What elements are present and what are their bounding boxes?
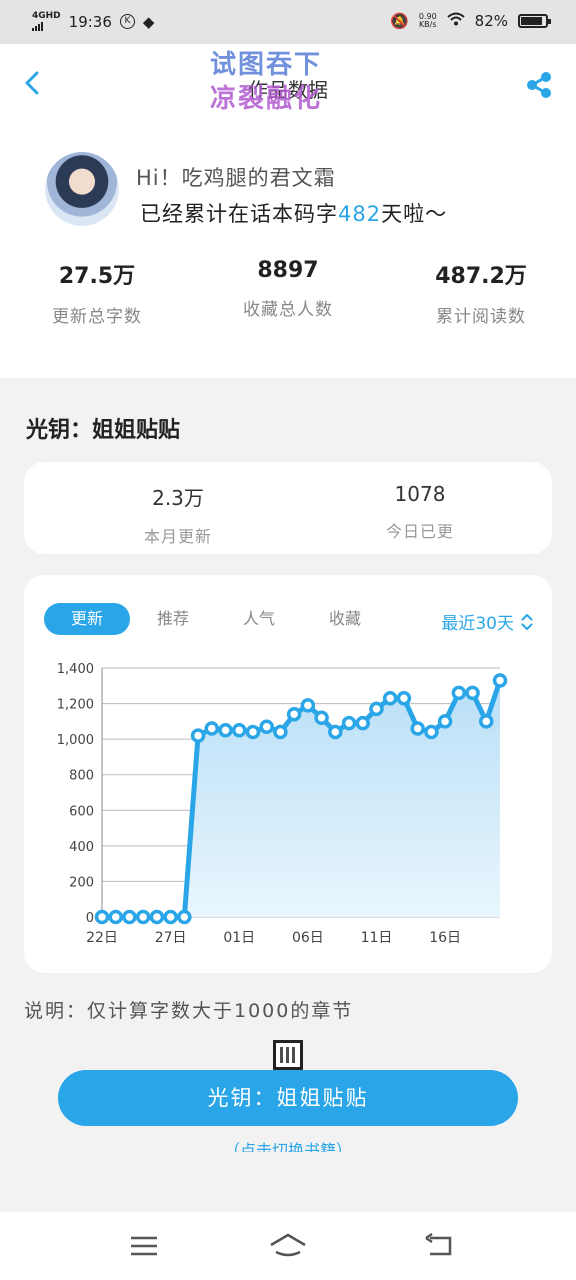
x-tick-label: 06日 <box>292 930 324 946</box>
data-point <box>273 724 288 740</box>
data-point <box>204 721 220 736</box>
network-speed: 0.90 KB/s <box>418 12 437 29</box>
header-bar: 作品数据 试图吞下 凉裂融化 <box>0 44 576 120</box>
data-point <box>163 909 178 925</box>
y-tick-label: 400 <box>69 840 94 855</box>
data-point <box>328 724 343 740</box>
chart-tabs: 更新 推荐 人气 收藏 <box>44 603 388 635</box>
signal-icon: 4GHD <box>32 12 61 31</box>
data-point <box>479 714 494 729</box>
data-point <box>437 714 453 729</box>
y-tick-label: 1,200 <box>57 698 94 713</box>
y-tick-label: 0 <box>86 911 94 926</box>
layers-icon: ◆ <box>142 12 155 31</box>
chart-note: 说明：仅计算字数大于1000的章节 <box>24 1000 354 1022</box>
month-updates: 2.3万 本月更新 <box>143 486 212 546</box>
x-tick-label: 16日 <box>429 930 461 946</box>
data-point <box>341 715 357 731</box>
mute-icon: 🔕 <box>390 12 409 30</box>
data-point <box>492 673 508 688</box>
y-tick-label: 200 <box>69 875 94 890</box>
data-point <box>231 723 247 738</box>
data-point <box>410 721 425 736</box>
book-title: 光钥：姐姐贴贴 <box>26 418 181 443</box>
share-icon <box>527 72 551 98</box>
menu-icon <box>131 1236 157 1256</box>
data-point <box>245 724 261 740</box>
data-point <box>190 728 206 743</box>
y-tick-label: 800 <box>69 769 94 784</box>
network-type: 4GHD <box>32 11 61 21</box>
range-selector[interactable]: 最近30天 <box>441 609 534 634</box>
watermark: 试图吞下 凉裂融化 <box>210 50 323 114</box>
stat-total-reads: 487.2万 累计阅读数 <box>435 264 527 327</box>
clock: 19:36 <box>68 12 112 31</box>
wifi-icon <box>446 12 465 30</box>
y-tick-label: 1,400 <box>57 662 94 677</box>
stat-total-favorites: 8897 收藏总人数 <box>243 258 333 320</box>
sort-chevron-icon <box>521 613 533 630</box>
x-tick-label: 22日 <box>86 930 118 946</box>
system-nav-bar <box>0 1212 576 1280</box>
y-tick-label: 1,000 <box>57 733 94 748</box>
y-tick-label: 600 <box>69 804 94 819</box>
battery-percent: 82% <box>474 12 508 30</box>
data-point <box>424 724 439 740</box>
qr-code <box>273 1040 303 1070</box>
data-point <box>355 715 371 731</box>
avatar <box>45 152 119 226</box>
share-button[interactable] <box>524 70 554 100</box>
notification-icon: K <box>119 14 135 29</box>
profile-section: Hi！吃鸡腿的君文霜 已经累计在话本码字482天啦～ 27.5万 更新总字数 8… <box>0 120 576 378</box>
data-point <box>149 909 165 925</box>
x-tick-label: 01日 <box>223 930 255 946</box>
data-point <box>218 723 233 738</box>
month-summary-card: 2.3万 本月更新 1078 今日已更 <box>24 462 552 554</box>
data-point <box>94 909 110 925</box>
tab-favorites[interactable]: 收藏 <box>302 603 388 635</box>
home-button[interactable] <box>268 1232 308 1260</box>
x-tick-label: 11日 <box>361 930 393 946</box>
data-point <box>314 710 329 726</box>
stat-total-words: 27.5万 更新总字数 <box>52 264 142 327</box>
data-point <box>135 909 151 925</box>
x-tick-label: 27日 <box>155 930 187 946</box>
battery-icon <box>518 14 551 28</box>
chart-card: 0 200 400 600 800 1,000 1,200 1,400 22日 27日 01日 06日… <box>24 575 552 973</box>
days-count: 482 <box>338 202 382 226</box>
menu-button[interactable] <box>128 1232 160 1260</box>
data-point <box>259 719 274 734</box>
status-bar: 4GHD 19:36 K ◆ 🔕 0.90 KB/s 82% <box>0 0 576 44</box>
data-point <box>369 701 384 717</box>
data-point <box>122 909 137 925</box>
data-point <box>451 685 467 701</box>
data-point <box>382 690 398 706</box>
data-point <box>300 698 316 713</box>
range-label: 最近30天 <box>441 614 514 634</box>
data-point <box>396 690 412 706</box>
home-icon <box>270 1233 306 1257</box>
back-nav-button[interactable] <box>422 1232 454 1260</box>
switch-book-hint[interactable]: （点击切换书籍） <box>0 1140 576 1152</box>
data-point <box>465 685 480 701</box>
tab-updates[interactable]: 更新 <box>44 603 130 635</box>
tab-recommend[interactable]: 推荐 <box>130 603 216 635</box>
today-updates: 1078 今日已更 <box>385 482 454 541</box>
data-point <box>286 706 302 722</box>
data-point <box>108 909 123 925</box>
writing-days: 已经累计在话本码字482天啦～ <box>140 202 448 226</box>
tab-popularity[interactable]: 人气 <box>216 603 302 635</box>
switch-book-button[interactable]: 光钥：姐姐贴贴 <box>58 1070 518 1126</box>
greeting: Hi！吃鸡腿的君文霜 <box>136 166 336 190</box>
data-point <box>177 909 192 925</box>
back-arrow-icon <box>425 1232 452 1256</box>
